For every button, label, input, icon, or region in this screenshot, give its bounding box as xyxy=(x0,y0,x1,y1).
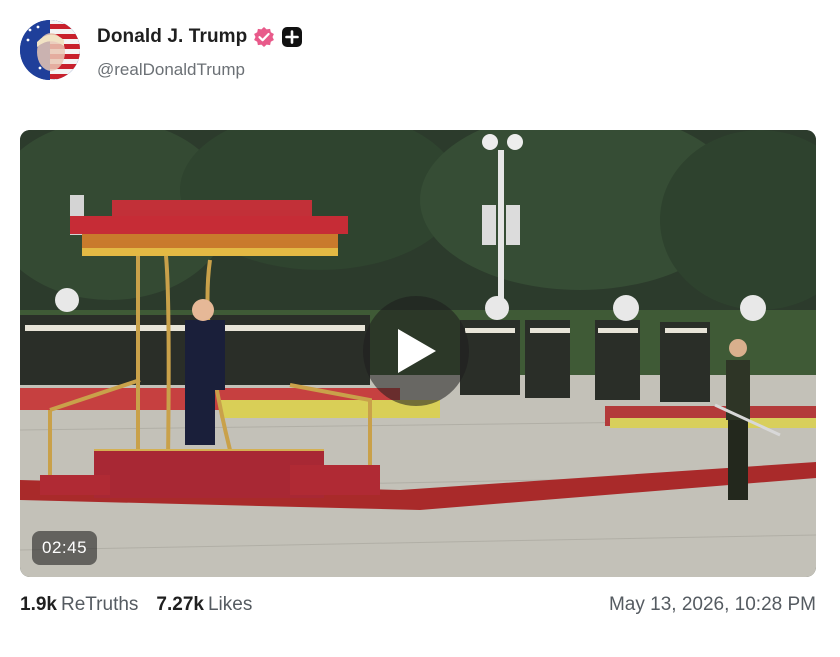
likes-count: 7.27k xyxy=(156,594,204,615)
verified-icon xyxy=(253,26,275,48)
video-duration: 02:45 xyxy=(32,531,98,565)
video-player[interactable]: 02:45 xyxy=(20,130,816,577)
play-button[interactable] xyxy=(363,296,469,406)
plus-badge-icon xyxy=(281,26,303,48)
play-icon xyxy=(398,329,436,373)
name-row: Donald J. Trump xyxy=(97,26,303,48)
post-header: Donald J. Trump @realDonaldTrump xyxy=(20,20,820,82)
retruths-stat[interactable]: 1.9k ReTruths xyxy=(20,594,138,616)
handle[interactable]: @realDonaldTrump xyxy=(97,60,245,80)
retruths-count: 1.9k xyxy=(20,594,57,615)
post-stats: 1.9k ReTruths 7.27k Likes xyxy=(20,594,252,616)
likes-label: Likes xyxy=(207,594,253,615)
likes-stat[interactable]: 7.27k Likes xyxy=(156,594,252,616)
display-name[interactable]: Donald J. Trump xyxy=(97,26,247,48)
avatar[interactable] xyxy=(20,20,80,80)
post-timestamp[interactable]: May 13, 2026, 10:28 PM xyxy=(609,594,816,616)
retruths-label: ReTruths xyxy=(60,594,139,615)
